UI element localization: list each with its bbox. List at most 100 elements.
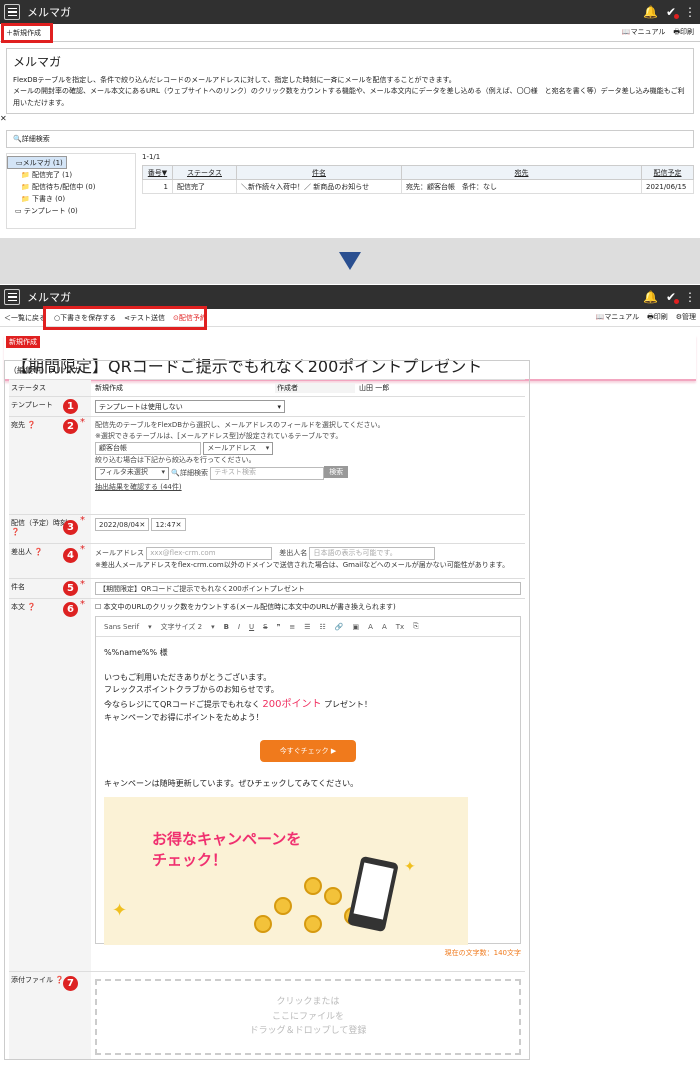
help-icon[interactable]: ❓ [11, 528, 20, 536]
italic-icon[interactable]: I [238, 623, 240, 631]
dest-field-select[interactable]: メールアドレス ▾ [203, 442, 274, 456]
top-toolbar: ＋新規作成 📖マニュアル 🖶印刷 [0, 23, 700, 43]
name-input[interactable]: 日本語の表示も可能です。 [309, 547, 436, 560]
col-header[interactable]: 件名 [236, 165, 402, 180]
more-icon[interactable]: ⋮ [684, 5, 696, 19]
result-link[interactable]: 抽出結果を確認する (44件) [95, 482, 521, 493]
manual-link[interactable]: 📖マニュアル [596, 312, 640, 324]
print-link[interactable]: 🖶印刷 [673, 27, 694, 39]
subject-label: 件名 [9, 579, 91, 598]
strike-icon[interactable]: S [263, 623, 267, 631]
copy-icon[interactable]: ⎘ [413, 622, 419, 631]
image-icon[interactable]: ▣ [353, 623, 360, 631]
cell: 宛先：顧客台帳 条件：なし [401, 179, 642, 194]
tree-item[interactable]: ▭ メルマガ (1) [7, 156, 67, 169]
template-select[interactable]: テンプレートは使用しない ▾ [95, 400, 285, 413]
detail-search[interactable]: 🔍 詳細検索 [6, 130, 694, 148]
body-text: プレゼント！ [324, 699, 373, 709]
highlight-box [1, 23, 53, 43]
manual-label: マニュアル [604, 312, 640, 321]
body-text: キャンペーンは随時更新しています。ぜひチェックしてみてください。 [104, 779, 359, 789]
tree-item[interactable]: 📁 下書き (0) [7, 193, 135, 205]
close-icon[interactable]: ✕ [0, 114, 7, 123]
text-search-input[interactable]: テキスト検索 [210, 466, 325, 480]
file-drop-zone[interactable]: クリックまたは ここにファイルを ドラッグ＆ドロップして登録 [95, 979, 521, 1055]
date-value: 2022/08/04 [99, 520, 140, 529]
time-input[interactable]: 12:47 ✕ [151, 518, 186, 531]
print-link[interactable]: 🖶印刷 [647, 312, 668, 324]
filter-value: フィルタ未選択 [99, 468, 148, 477]
back-link[interactable]: ＜一覧に戻る [4, 313, 46, 323]
coin-icon [304, 914, 322, 933]
intro-line1: FlexDBテーブルを指定し、条件で絞り込んだレコードのメールアドレスに対して、… [13, 76, 456, 85]
col-header[interactable]: 配信予定 [641, 165, 694, 180]
underline-icon[interactable]: U [249, 623, 254, 631]
body-text: %%name%% 様 [104, 648, 168, 657]
check-icon[interactable]: ✔ [666, 5, 680, 19]
sender-label: 差出人 ❓ [9, 544, 91, 578]
required-mark: * [80, 579, 85, 590]
body-label-text: 本文 [11, 603, 25, 611]
bell-icon[interactable]: 🔔 [643, 290, 658, 304]
cta-button[interactable]: 今すぐチェック ▶ [260, 740, 356, 763]
manual-link[interactable]: 📖マニュアル [622, 27, 666, 39]
mail-input[interactable]: xxx@flex-crm.com [146, 547, 273, 560]
help-icon[interactable]: ❓ [27, 421, 36, 429]
table-row[interactable]: 1 配信完了 ＼新作続々入荷中！／ 新商品のお知らせ 宛先：顧客台帳 条件：なし 202… [142, 179, 694, 194]
detail-label: 詳細検索 [179, 468, 208, 477]
manage-link[interactable]: ⚙管理 [676, 312, 696, 324]
body-highlight: 200ポイント [262, 698, 322, 710]
clear-format-icon[interactable]: Tx [396, 623, 404, 631]
body-text: いつもご利用いただきありがとうございます。 [104, 672, 272, 682]
campaign-image: お得なキャンペーンを チェック！ ✦ ✦ [104, 796, 468, 945]
help-icon[interactable]: ❓ [34, 548, 43, 556]
help-icon[interactable]: ❓ [27, 603, 36, 611]
check-icon[interactable]: ✔ [666, 290, 680, 304]
col-header[interactable]: 宛先 [401, 165, 642, 180]
status-value: 新規作成 [95, 384, 123, 392]
menu-icon[interactable] [4, 4, 20, 20]
tree-item[interactable]: 📁 配信完了 (1) [7, 169, 135, 181]
manual-label: マニュアル [630, 27, 666, 36]
date-input[interactable]: 2022/08/04 ✕ [95, 518, 150, 531]
step-1-marker: 1 [63, 399, 78, 414]
cell: ＼新作続々入荷中！／ 新商品のお知らせ [236, 179, 402, 194]
list-ul-icon[interactable]: ☷ [320, 623, 326, 631]
detail-search-link[interactable]: 🔍詳細検索 [171, 468, 208, 476]
body-text: フレックスポイントクラブからのお知らせです。 [104, 685, 279, 695]
font-select[interactable]: Sans Serif [104, 623, 139, 631]
tree-item[interactable]: 📁 配信待ち/配信中 (0) [7, 181, 135, 193]
bg-color-icon[interactable]: A [382, 623, 387, 631]
body-editor[interactable]: Sans Serif ▾ 文字サイズ 2 ▾ B I U S ❞ ≡ ☰ ☷ 🔗 ▣ A A Tx ⎘ %%n… [95, 616, 521, 945]
edit-toolbar: ＜一覧に戻る ○下書きを保存する ⋖テスト送信 ⊙配信予約 📖マニュアル 🖶印刷 ⚙… [0, 306, 700, 330]
cell: 1 [142, 179, 173, 194]
search-label: 詳細検索 [21, 135, 50, 143]
dest-table-field[interactable]: 顧客台帳 [95, 442, 201, 456]
sparkle-icon: ✦ [112, 899, 128, 921]
count-checkbox[interactable]: ☐ [95, 603, 101, 611]
col-header[interactable]: ステータス [172, 165, 237, 180]
more-icon[interactable]: ⋮ [684, 290, 696, 304]
list-ol-icon[interactable]: ☰ [304, 623, 310, 631]
editor-body[interactable]: %%name%% 様 いつもご利用いただきありがとうございます。 フレックスポイ… [96, 637, 520, 955]
search-button[interactable]: 検索 [324, 466, 349, 479]
link-icon[interactable]: 🔗 [335, 623, 344, 631]
align-icon[interactable]: ≡ [289, 623, 295, 631]
step-4-marker: 4 [63, 548, 78, 563]
filter-select[interactable]: フィルタ未選択 ▾ [95, 466, 169, 480]
coin-icon [304, 876, 322, 895]
col-header[interactable]: 番号▼ [142, 165, 173, 180]
quote-icon[interactable]: ❞ [277, 623, 281, 631]
bold-icon[interactable]: B [224, 623, 229, 631]
drop-text: ここにファイルを [271, 1011, 344, 1022]
menu-icon[interactable] [4, 289, 20, 305]
divider-band [0, 238, 700, 284]
print-label: 印刷 [680, 27, 694, 36]
color-icon[interactable]: A [368, 623, 373, 631]
size-select[interactable]: 文字サイズ 2 [161, 622, 202, 632]
bell-icon[interactable]: 🔔 [643, 5, 658, 19]
search-icon: 🔍 [13, 135, 22, 143]
subject-input[interactable]: 【期間限定】QRコードご提示でもれなく200ポイントプレゼント [95, 582, 521, 595]
step-5-marker: 5 [63, 581, 78, 596]
tree-item[interactable]: ▭ テンプレート (0) [7, 205, 135, 217]
